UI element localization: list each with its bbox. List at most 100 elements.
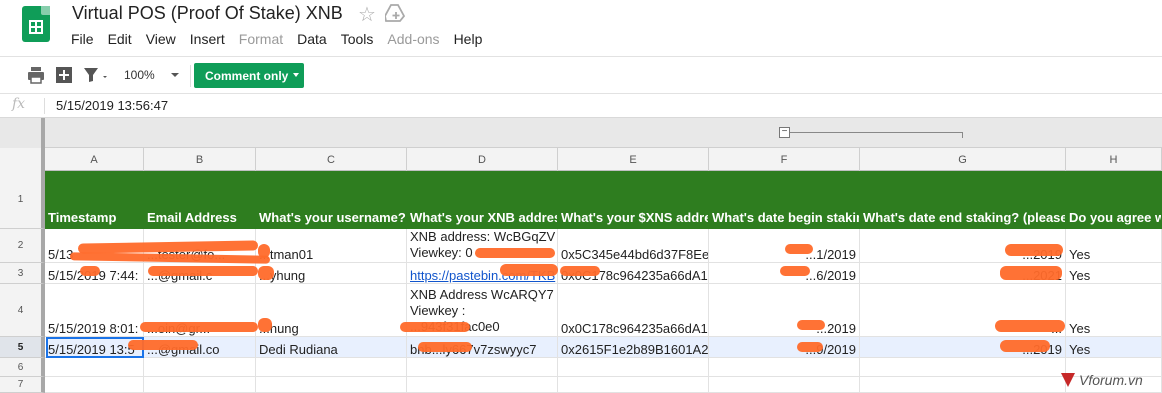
comment-only-label: Comment only: [205, 68, 289, 83]
redaction-mark: [258, 244, 270, 258]
sheets-logo-icon[interactable]: [22, 6, 50, 42]
redaction-mark: [475, 248, 555, 258]
collapse-group-button[interactable]: −: [779, 127, 790, 138]
column-header-e[interactable]: E: [558, 148, 709, 171]
menu-edit[interactable]: Edit: [101, 30, 139, 50]
redaction-mark: [780, 266, 810, 276]
filter-icon[interactable]: [82, 65, 110, 85]
redaction-mark: [1000, 266, 1062, 280]
header-end-date[interactable]: What's date end staking? (please: [860, 171, 1066, 229]
row-header-1[interactable]: 1: [0, 171, 45, 229]
column-header-b[interactable]: B: [144, 148, 256, 171]
menu-help[interactable]: Help: [447, 30, 490, 50]
chevron-down-icon[interactable]: [168, 69, 182, 81]
row-header-5[interactable]: 5: [0, 337, 45, 358]
redaction-mark: [1000, 340, 1050, 352]
column-header-g[interactable]: G: [860, 148, 1066, 171]
table-cell[interactable]: Yes: [1066, 284, 1162, 337]
table-cell[interactable]: Dedi Rudiana: [256, 337, 407, 358]
redaction-mark: [148, 266, 258, 276]
header-xns-address[interactable]: What's your $XNS address: [558, 171, 709, 229]
table-cell[interactable]: [407, 377, 558, 393]
redaction-mark: [785, 244, 813, 254]
header-email[interactable]: Email Address: [144, 171, 256, 229]
header-begin-date[interactable]: What's date begin staking: [709, 171, 860, 229]
row-header-4[interactable]: 4: [0, 284, 45, 337]
table-cell[interactable]: ...tman01: [256, 229, 407, 263]
caret-down-icon[interactable]: [293, 73, 299, 77]
table-cell[interactable]: [860, 377, 1066, 393]
menu-view[interactable]: View: [139, 30, 183, 50]
redaction-mark: [1005, 244, 1063, 256]
freeze-corner[interactable]: [0, 118, 45, 148]
table-cell[interactable]: 0x2615F1e2b89B1601A2: [558, 337, 709, 358]
header-timestamp[interactable]: Timestamp: [45, 171, 144, 229]
menu-format[interactable]: Format: [232, 30, 290, 50]
table-cell[interactable]: [256, 358, 407, 377]
redaction-mark: [500, 264, 558, 276]
menu-file[interactable]: File: [64, 30, 101, 50]
insert-icon[interactable]: [55, 65, 73, 85]
document-title[interactable]: Virtual POS (Proof Of Stake) XNB: [72, 3, 343, 24]
title-bar: Virtual POS (Proof Of Stake) XNB ☆ File …: [0, 0, 1162, 56]
table-cell[interactable]: [860, 358, 1066, 377]
table-cell[interactable]: 0x5C345e44bd6d37F8Ee: [558, 229, 709, 263]
table-cell[interactable]: [144, 377, 256, 393]
table-cell[interactable]: 5/15/2019 8:01:: [45, 284, 144, 337]
table-cell[interactable]: [45, 377, 144, 393]
table-cell[interactable]: ...2019: [709, 284, 860, 337]
table-cell[interactable]: ...yhung: [256, 263, 407, 284]
column-header-c[interactable]: C: [256, 148, 407, 171]
redaction-mark: [995, 320, 1065, 332]
cell-line: XNB address: WcBGqZV: [410, 229, 556, 244]
column-header-d[interactable]: D: [407, 148, 558, 171]
select-all-corner[interactable]: [0, 148, 45, 171]
row-header-2[interactable]: 2: [0, 229, 45, 263]
redaction-mark: [797, 342, 823, 352]
table-cell[interactable]: ...hung: [256, 284, 407, 337]
redaction-mark: [797, 320, 825, 330]
table-cell[interactable]: [407, 358, 558, 377]
header-username[interactable]: What's your username?: [256, 171, 407, 229]
menu-data[interactable]: Data: [290, 30, 334, 50]
column-header-f[interactable]: F: [709, 148, 860, 171]
redaction-mark: [258, 318, 272, 332]
table-cell[interactable]: [558, 358, 709, 377]
table-cell[interactable]: 0x0C178c964235a66dA1: [558, 284, 709, 337]
cell-line: Viewkey: 0: [410, 245, 473, 260]
row-header-3[interactable]: 3: [0, 263, 45, 284]
table-cell[interactable]: Yes: [1066, 263, 1162, 284]
print-icon[interactable]: [26, 65, 46, 85]
formula-bar: fx 5/15/2019 13:56:47: [0, 94, 1162, 118]
formula-bar-input[interactable]: 5/15/2019 13:56:47: [56, 98, 168, 113]
table-cell[interactable]: Yes: [1066, 229, 1162, 263]
toolbar-divider: [190, 65, 191, 87]
comment-only-button[interactable]: Comment only: [194, 63, 304, 88]
star-icon[interactable]: ☆: [358, 2, 376, 27]
table-cell[interactable]: [709, 377, 860, 393]
table-cell[interactable]: ...9/2019: [709, 337, 860, 358]
move-to-drive-icon[interactable]: [385, 4, 405, 22]
toolbar: 100% Comment only: [0, 56, 1162, 94]
column-header-a[interactable]: A: [45, 148, 144, 171]
column-header-h[interactable]: H: [1066, 148, 1162, 171]
watermark-text: Vforum.vn: [1079, 372, 1143, 388]
header-agree[interactable]: Do you agree w: [1066, 171, 1162, 229]
cell-line: XNB Address WcARQY7: [410, 287, 554, 302]
table-cell[interactable]: Yes: [1066, 337, 1162, 358]
menu-tools[interactable]: Tools: [334, 30, 381, 50]
header-xnb-address[interactable]: What's your XNB address: [407, 171, 558, 229]
table-cell[interactable]: [256, 377, 407, 393]
menu-add-ons[interactable]: Add-ons: [380, 30, 446, 50]
zoom-select[interactable]: 100%: [124, 68, 155, 82]
menu-insert[interactable]: Insert: [183, 30, 232, 50]
table-cell[interactable]: [45, 358, 144, 377]
column-header-row: A B C D E F G H: [0, 148, 1162, 171]
row-header-7[interactable]: 7: [0, 377, 45, 393]
table-cell[interactable]: [144, 358, 256, 377]
table-cell[interactable]: [558, 377, 709, 393]
row-header-6[interactable]: 6: [0, 358, 45, 377]
watermark: Vforum.vn: [1061, 372, 1143, 388]
table-cell[interactable]: [709, 358, 860, 377]
redaction-mark: [560, 266, 600, 276]
